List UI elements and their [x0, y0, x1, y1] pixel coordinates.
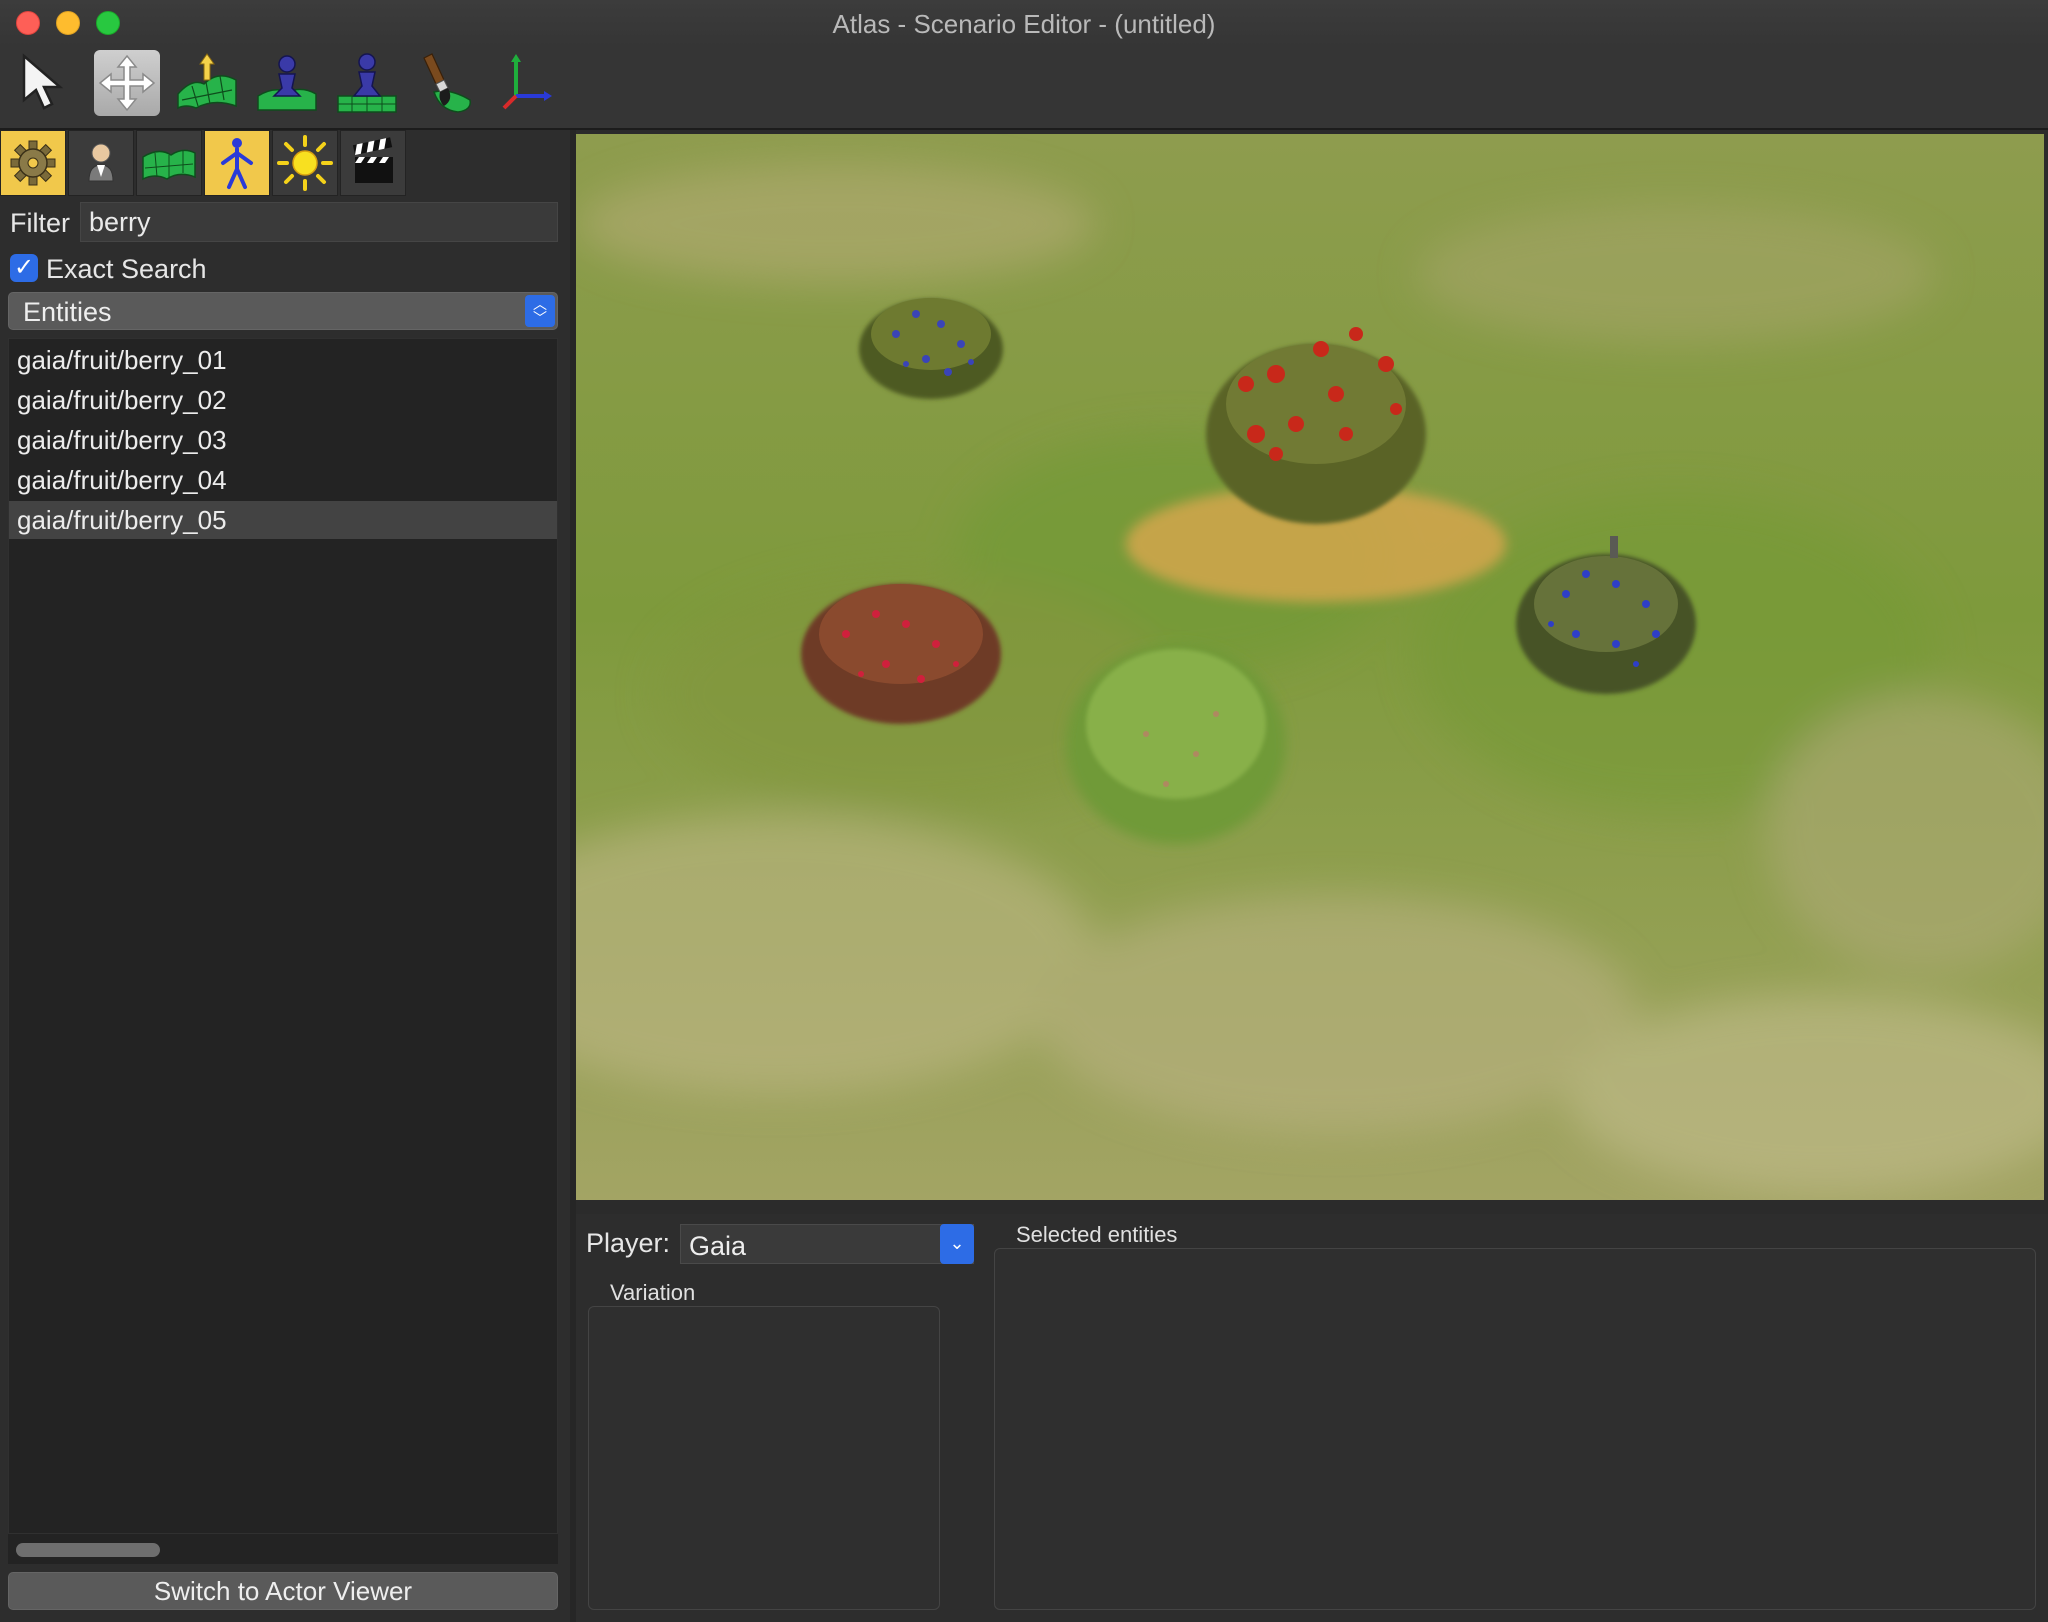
window-title: Atlas - Scenario Editor - (untitled): [832, 9, 1216, 39]
exact-search-label: Exact Search: [46, 254, 207, 284]
cursor-icon: [22, 53, 64, 110]
terrain-raise-icon: [177, 53, 237, 110]
select-tool-button[interactable]: [14, 50, 80, 116]
place-object-tool-button[interactable]: [254, 50, 320, 116]
object-type-select[interactable]: Entities ︿ ﹀: [8, 292, 558, 330]
move-arrows-icon: [98, 54, 156, 112]
pawn-terrain-icon: [257, 55, 317, 111]
clapperboard-icon: [352, 137, 393, 183]
player-value: Gaia: [689, 1231, 747, 1261]
brown-berry-bush: [801, 584, 1001, 724]
axes-icon: [502, 54, 552, 110]
pawn-grid-icon: [337, 53, 397, 113]
green-bush: [1066, 644, 1286, 844]
list-item[interactable]: gaia/fruit/berry_02: [9, 381, 557, 419]
tab-player[interactable]: [68, 130, 134, 196]
terrain-scene: [576, 134, 2044, 1200]
transform-tool-button[interactable]: [94, 50, 160, 116]
paintbrush-icon: [423, 53, 471, 113]
toolbar: [0, 46, 2048, 130]
list-item[interactable]: gaia/fruit/berry_01: [9, 341, 557, 379]
list-item[interactable]: gaia/fruit/berry_05: [9, 501, 557, 539]
tab-object[interactable]: [204, 130, 270, 196]
figure-icon: [221, 138, 253, 189]
person-icon: [88, 143, 114, 182]
paint-terrain-tool-button[interactable]: [414, 50, 480, 116]
terrain-icon: [142, 149, 196, 181]
place-object-alt-tool-button[interactable]: [334, 50, 400, 116]
scrollbar-thumb[interactable]: [16, 1543, 160, 1557]
axes-tool-button[interactable]: [494, 50, 560, 116]
tab-terrain[interactable]: [136, 130, 202, 196]
list-item[interactable]: gaia/fruit/berry_04: [9, 461, 557, 499]
switch-to-actor-viewer-button[interactable]: Switch to Actor Viewer: [8, 1572, 558, 1610]
chevron-down-icon: ⌄: [940, 1224, 974, 1264]
tab-map-settings[interactable]: [0, 130, 66, 196]
select-arrows-icon: ︿ ﹀: [525, 295, 555, 327]
title-bar: Atlas - Scenario Editor - (untitled): [0, 0, 2048, 46]
object-properties-panel: Player: Gaia ⌄ Variation Selected entiti…: [576, 1214, 2048, 1622]
selected-entities-box: [994, 1248, 2036, 1610]
filter-label: Filter: [10, 208, 70, 238]
object-sidebar: Filter ✓ Exact Search Entities ︿﹀ gaia/f…: [0, 130, 570, 1622]
gear-icon: [10, 140, 56, 186]
list-item[interactable]: gaia/fruit/berry_03: [9, 421, 557, 459]
exact-search-checkbox[interactable]: ✓: [10, 254, 38, 282]
selected-entities-title: Selected entities: [1016, 1222, 1178, 1247]
tab-cinema[interactable]: [340, 130, 406, 196]
tab-environment[interactable]: [272, 130, 338, 196]
object-type-value: Entities: [23, 297, 112, 327]
player-select[interactable]: Gaia ⌄: [680, 1224, 974, 1264]
horizontal-scrollbar[interactable]: [8, 1534, 558, 1564]
filter-input[interactable]: [80, 202, 558, 242]
game-viewport[interactable]: [576, 134, 2044, 1200]
variation-title: Variation: [610, 1280, 696, 1305]
variation-box: [588, 1306, 940, 1610]
sun-icon: [277, 135, 333, 191]
entity-list: gaia/fruit/berry_01 gaia/fruit/berry_02 …: [8, 338, 558, 1534]
player-label: Player:: [586, 1228, 671, 1258]
alter-elevation-tool-button[interactable]: [174, 50, 240, 116]
